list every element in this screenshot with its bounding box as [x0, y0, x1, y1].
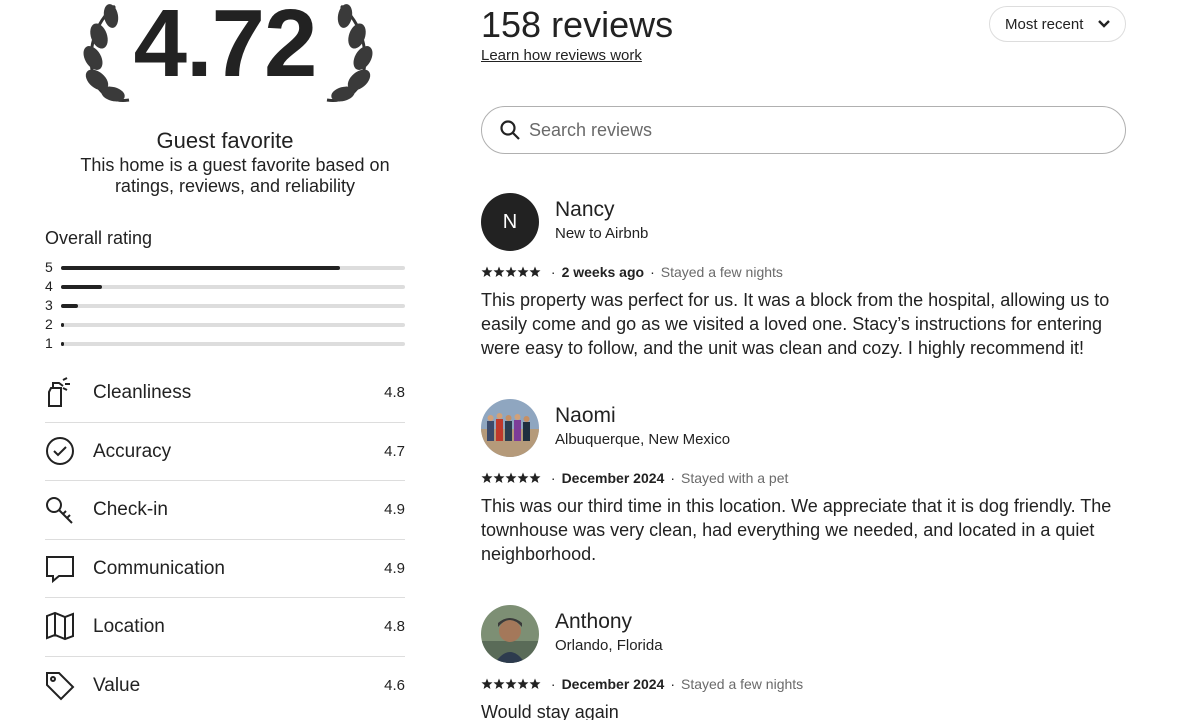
- reviewer-photo-image: [481, 605, 539, 663]
- category-ratings: Cleanliness 4.8 Accuracy 4.7 Check-in 4.…: [45, 364, 405, 716]
- category-value: 4.8: [384, 618, 405, 636]
- review-item: N Nancy New to Airbnb · 2 weeks ago · Staye…: [481, 193, 1126, 373]
- rating-bar-track: [61, 285, 405, 289]
- guest-favorite-title: Guest favorite: [156, 128, 294, 153]
- review-text: This property was perfect for us. It was…: [481, 290, 1110, 358]
- group-photo-image: [481, 399, 539, 457]
- category-accuracy: Accuracy 4.7: [45, 423, 405, 482]
- review-item: Anthony Orlando, Florida · December 2024 ·…: [481, 605, 1126, 720]
- check-circle-icon: [46, 436, 74, 465]
- reviewer-name: Anthony: [555, 610, 633, 633]
- rating-summary-panel: 4.72 Guest favorite This home is a guest…: [45, 0, 405, 720]
- five-star-rating-icon: [481, 266, 541, 277]
- review-date: December 2024: [561, 470, 665, 486]
- category-communication: Communication 4.9: [45, 540, 405, 599]
- review-date: December 2024: [561, 676, 665, 692]
- avatar[interactable]: N: [481, 193, 539, 251]
- rating-bar-fill: [61, 285, 103, 289]
- stay-info: Stayed with a pet: [680, 470, 789, 486]
- reviewer-location: Orlando, Florida: [555, 637, 663, 654]
- reviews-count-heading: 158 reviews: [481, 4, 674, 45]
- reviewer-name: Nancy: [555, 198, 615, 221]
- category-value: 4.7: [384, 442, 405, 460]
- review-text: Would stay again: [481, 702, 619, 720]
- rating-bar-label: 3: [45, 297, 53, 313]
- sort-dropdown-label: Most recent: [1005, 16, 1084, 33]
- rating-bar-label: 4: [45, 278, 53, 294]
- reviews-panel: 158 reviews Learn how reviews work Most …: [481, 0, 1126, 720]
- search-reviews-input[interactable]: [529, 117, 1089, 143]
- meta-separator: ·: [550, 470, 556, 486]
- category-value-rating: Value 4.6: [45, 657, 405, 716]
- guest-favorite-description: This home is a guest favorite based on r…: [80, 155, 390, 196]
- category-cleanliness: Cleanliness 4.8: [45, 364, 405, 423]
- score-block: 4.72: [45, 0, 405, 120]
- reviewer-location: New to Airbnb: [555, 225, 649, 242]
- review-meta: · December 2024 · Stayed with a pet: [481, 470, 788, 490]
- spray-bottle-icon: [48, 377, 70, 407]
- review-meta: · 2 weeks ago · Stayed a few nights: [481, 264, 783, 284]
- avatar[interactable]: [481, 605, 539, 663]
- category-value: 4.6: [384, 676, 405, 694]
- meta-separator: ·: [550, 264, 556, 280]
- category-label: Cleanliness: [93, 382, 192, 403]
- rating-bar-row: 2: [45, 315, 405, 334]
- five-star-rating-icon: [481, 678, 541, 689]
- rating-bar-row: 4: [45, 277, 405, 296]
- five-star-rating-icon: [481, 472, 541, 483]
- rating-bar-fill: [61, 323, 65, 327]
- rating-bar-fill: [61, 342, 65, 346]
- overall-rating-title: Overall rating: [45, 228, 153, 248]
- category-value: 4.8: [384, 384, 405, 401]
- category-label: Value: [93, 674, 141, 696]
- key-icon: [46, 497, 73, 524]
- category-label: Communication: [93, 557, 225, 579]
- review-meta: · December 2024 · Stayed a few nights: [481, 676, 803, 696]
- rating-bar-fill: [61, 266, 340, 270]
- reviewer-name: Naomi: [555, 404, 616, 427]
- rating-bar-track: [61, 266, 405, 270]
- stay-info: Stayed a few nights: [680, 676, 804, 692]
- chevron-down-icon: [1098, 20, 1110, 28]
- map-icon: [46, 612, 74, 641]
- avatar[interactable]: [481, 399, 539, 457]
- laurel-right-icon: [326, 4, 373, 102]
- category-check-in: Check-in 4.9: [45, 481, 405, 540]
- sort-dropdown[interactable]: Most recent: [989, 6, 1126, 42]
- rating-bar-label: 5: [45, 259, 53, 275]
- rating-bar-row: 3: [45, 296, 405, 315]
- meta-separator: ·: [670, 676, 675, 692]
- category-value: 4.9: [384, 559, 405, 577]
- meta-separator: ·: [550, 676, 556, 692]
- reviewer-location: Albuquerque, New Mexico: [555, 431, 731, 448]
- category-location: Location 4.8: [45, 598, 405, 657]
- meta-separator: ·: [650, 264, 655, 280]
- stay-info: Stayed a few nights: [660, 264, 783, 280]
- rating-bar-fill: [61, 304, 79, 308]
- search-reviews-box[interactable]: [481, 106, 1126, 154]
- rating-bar-track: [61, 342, 405, 346]
- category-label: Accuracy: [93, 440, 172, 462]
- review-text: This was our third time in this location…: [481, 496, 1112, 564]
- search-icon: [500, 120, 520, 140]
- message-bubble-icon: [46, 555, 74, 583]
- rating-distribution: 5 4 3 2 1: [45, 258, 405, 353]
- rating-bar-label: 1: [45, 335, 53, 351]
- rating-bar-row: 5: [45, 258, 405, 277]
- category-value: 4.9: [384, 501, 405, 519]
- learn-how-reviews-work-link[interactable]: Learn how reviews work: [481, 47, 642, 64]
- meta-separator: ·: [670, 470, 675, 486]
- rating-bar-row: 1: [45, 334, 405, 353]
- rating-bar-label: 2: [45, 316, 53, 332]
- category-label: Location: [93, 616, 165, 638]
- category-label: Check-in: [93, 499, 168, 521]
- review-item: Naomi Albuquerque, New Mexico · December …: [481, 399, 1126, 579]
- rating-bar-track: [61, 304, 405, 308]
- rating-bar-track: [61, 323, 405, 327]
- price-tag-icon: [46, 671, 75, 701]
- review-date: 2 weeks ago: [561, 264, 645, 280]
